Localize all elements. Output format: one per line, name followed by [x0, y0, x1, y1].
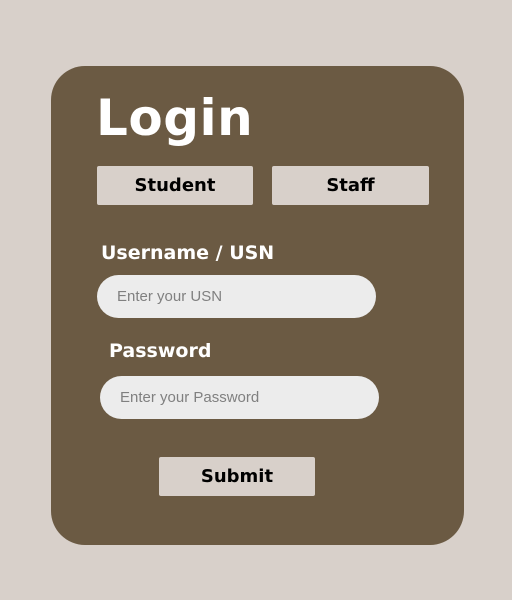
- staff-button[interactable]: Staff: [272, 166, 429, 205]
- username-input[interactable]: [97, 275, 376, 318]
- page: Login Student Staff Username / USN Passw…: [0, 0, 512, 600]
- submit-button[interactable]: Submit: [159, 457, 315, 496]
- password-input[interactable]: [100, 376, 379, 419]
- username-label: Username / USN: [101, 242, 275, 264]
- login-card: Login Student Staff Username / USN Passw…: [51, 66, 464, 545]
- page-title: Login: [96, 89, 254, 147]
- student-button[interactable]: Student: [97, 166, 253, 205]
- password-label: Password: [109, 340, 212, 362]
